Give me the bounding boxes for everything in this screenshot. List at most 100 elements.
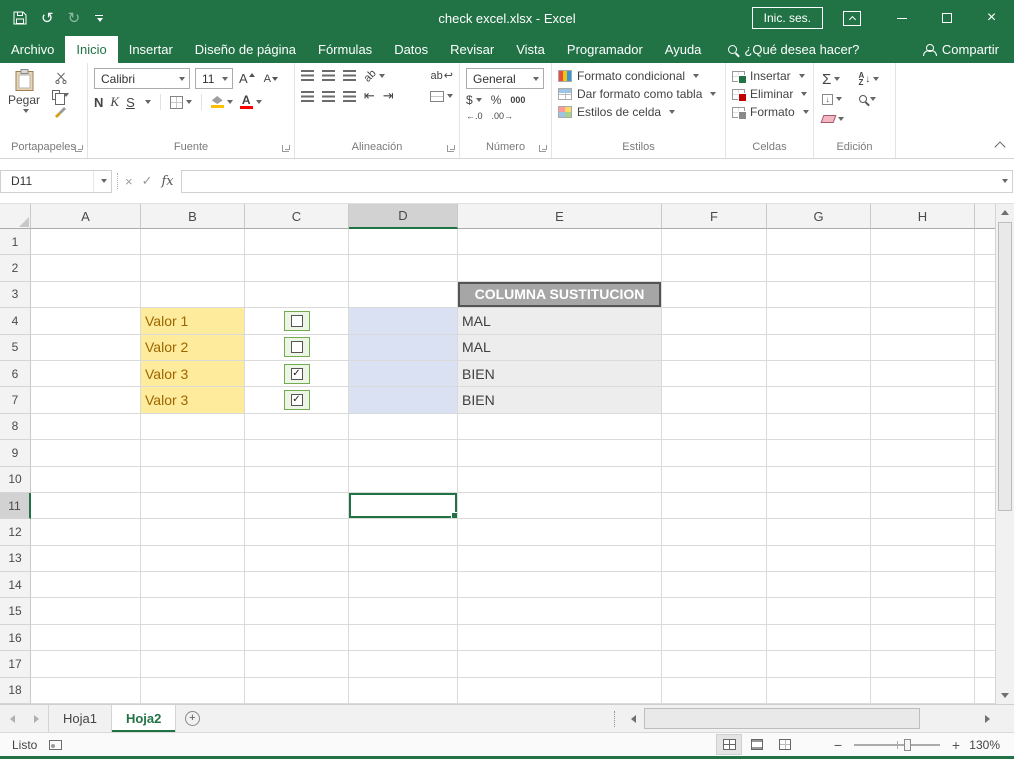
cell-D16[interactable] [349,624,458,652]
cell-D8[interactable] [349,413,458,441]
cell-E15[interactable] [458,598,662,625]
cell-D11[interactable] [349,492,458,520]
page-layout-view-button[interactable] [744,734,770,755]
cell-C12[interactable] [245,519,349,546]
cell-A12[interactable] [31,519,141,546]
tab-inicio[interactable]: Inicio [65,36,118,63]
vertical-scrollbar[interactable] [995,204,1014,704]
maximize-button[interactable] [924,0,969,36]
cell-F9[interactable] [662,440,767,467]
format-painter-button[interactable] [52,106,69,118]
align-center-button[interactable] [322,90,335,102]
select-all-corner[interactable] [0,204,31,229]
cell-F11[interactable] [662,492,767,520]
row-header-4[interactable]: 4 [0,308,31,335]
cell-G7[interactable] [767,387,871,414]
font-color-button[interactable]: A [239,94,262,109]
cell-A4[interactable] [31,308,141,335]
cell-F12[interactable] [662,519,767,546]
cell-E17[interactable] [458,651,662,678]
cell-E9[interactable] [458,440,662,467]
name-box[interactable]: D11 [0,169,112,193]
percent-style-button[interactable]: % [491,93,502,107]
checkbox-C7-checked[interactable]: ✓ [290,394,303,407]
increase-decimal-button[interactable]: ←.0 [466,111,483,121]
zoom-out-button[interactable]: − [828,737,848,753]
undo-button[interactable]: ↺ [41,11,54,26]
cell-H10[interactable] [871,466,975,493]
cell-D4[interactable] [349,308,458,335]
cell-H15[interactable] [871,598,975,625]
column-header-D[interactable]: D [349,204,458,229]
cell-D15[interactable] [349,598,458,625]
insert-cells-button[interactable]: Insertar [732,69,807,84]
cell-D18[interactable] [349,677,458,704]
cell-A7[interactable] [31,387,141,414]
cell-A5[interactable] [31,334,141,361]
row-header-8[interactable]: 8 [0,413,31,441]
cell-F16[interactable] [662,624,767,652]
cell-A6[interactable] [31,360,141,388]
column-header-B[interactable]: B [141,204,245,229]
cell-E13[interactable] [458,545,662,573]
vertical-scroll-track[interactable] [996,221,1014,687]
redo-button[interactable]: ↻ [68,11,81,26]
scroll-down-button[interactable] [996,687,1014,704]
cell-G16[interactable] [767,624,871,652]
clipboard-dialog-launcher[interactable] [75,144,84,153]
number-dialog-launcher[interactable] [539,144,548,153]
cell-G12[interactable] [767,519,871,546]
cell-D14[interactable] [349,572,458,599]
cell-H2[interactable] [871,255,975,282]
tab-split-handle[interactable] [614,710,615,727]
cell-C16[interactable] [245,624,349,652]
cell-E8[interactable] [458,413,662,441]
cell-H1[interactable] [871,229,975,256]
checkbox-C5-unchecked[interactable] [290,341,303,354]
cell-C3[interactable] [245,281,349,309]
cell-B17[interactable] [141,651,245,678]
cell-C8[interactable] [245,413,349,441]
borders-button[interactable] [169,95,192,109]
cell-H6[interactable] [871,360,975,388]
cell-C7[interactable]: ✓ [245,387,349,414]
decrease-indent-button[interactable]: ⇤ [364,88,375,104]
cell-D17[interactable] [349,651,458,678]
ribbon-display-options-button[interactable] [843,10,861,26]
cell-C17[interactable] [245,651,349,678]
cell-G17[interactable] [767,651,871,678]
row-header-14[interactable]: 14 [0,572,31,599]
sort-filter-button[interactable]: A Z ↓ [859,72,894,87]
column-header-G[interactable]: G [767,204,871,229]
cell-A8[interactable] [31,413,141,441]
scroll-up-button[interactable] [996,204,1014,221]
conditional-formatting-button[interactable]: Formato condicional [558,69,719,83]
cell-A9[interactable] [31,440,141,467]
cut-button[interactable] [52,72,69,84]
row-header-16[interactable]: 16 [0,624,31,652]
row-header-12[interactable]: 12 [0,519,31,546]
cell-F15[interactable] [662,598,767,625]
copy-button[interactable] [52,90,69,105]
tab-fórmulas[interactable]: Fórmulas [307,36,383,63]
cell-E11[interactable] [458,492,662,520]
zoom-in-button[interactable]: + [946,737,966,753]
bold-button[interactable]: N [94,95,103,110]
cell-G8[interactable] [767,413,871,441]
cell-E10[interactable] [458,466,662,493]
cell-B16[interactable] [141,624,245,652]
merge-center-button[interactable] [430,90,453,102]
page-break-view-button[interactable] [772,734,798,755]
cell-H12[interactable] [871,519,975,546]
formula-bar-expand-button[interactable] [995,169,1013,193]
cell-C10[interactable] [245,466,349,493]
cell-D12[interactable] [349,519,458,546]
format-as-table-button[interactable]: Dar formato como tabla [558,87,719,101]
cell-G9[interactable] [767,440,871,467]
wrap-text-button[interactable]: ab ↩ [431,69,453,83]
cell-E16[interactable] [458,624,662,652]
cell-D9[interactable] [349,440,458,467]
row-header-10[interactable]: 10 [0,466,31,493]
close-button[interactable]: × [969,0,1014,36]
insert-function-button[interactable]: fx [162,174,174,189]
